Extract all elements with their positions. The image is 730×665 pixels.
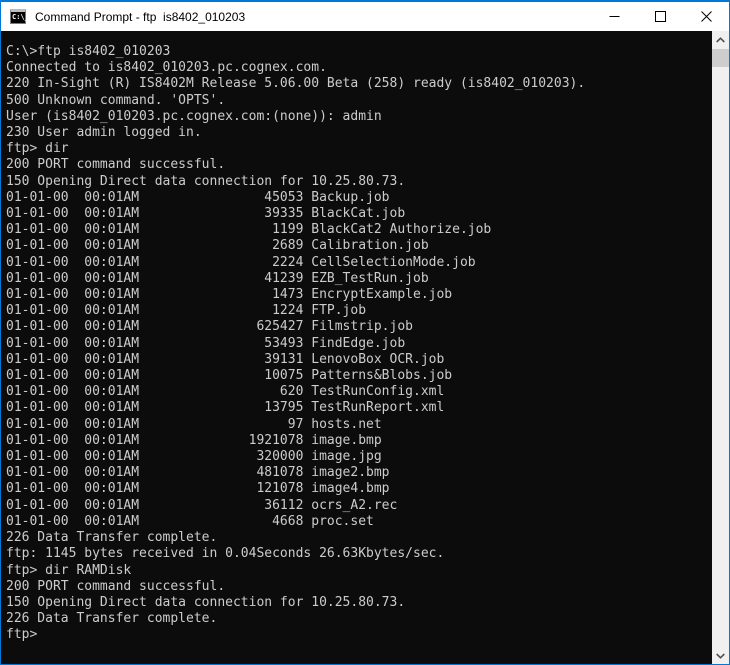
command-prompt-icon-glyph: C:\_ (12, 12, 29, 22)
window-title: Command Prompt - ftp is8402_010203 (35, 10, 591, 24)
title-bar[interactable]: C:\_ Command Prompt - ftp is8402_010203 (1, 2, 729, 31)
console-output[interactable]: C:\>ftp is8402_010203 Connected to is840… (1, 31, 712, 664)
maximize-icon (655, 11, 666, 22)
command-prompt-icon[interactable]: C:\_ (10, 9, 26, 24)
maximize-button[interactable] (637, 2, 683, 31)
minimize-icon (609, 11, 620, 22)
minimize-button[interactable] (591, 2, 637, 31)
scroll-down-button[interactable] (712, 647, 729, 664)
console-area: C:\>ftp is8402_010203 Connected to is840… (1, 31, 729, 664)
scroll-up-button[interactable] (712, 31, 729, 48)
window-controls (591, 2, 729, 31)
close-button[interactable] (683, 2, 729, 31)
command-prompt-window: C:\_ Command Prompt - ftp is8402_010203 (0, 0, 730, 665)
scrollbar-thumb[interactable] (712, 49, 729, 67)
vertical-scrollbar[interactable] (712, 31, 729, 664)
chevron-down-icon (716, 653, 725, 659)
close-icon (701, 11, 712, 22)
chevron-up-icon (716, 37, 725, 43)
